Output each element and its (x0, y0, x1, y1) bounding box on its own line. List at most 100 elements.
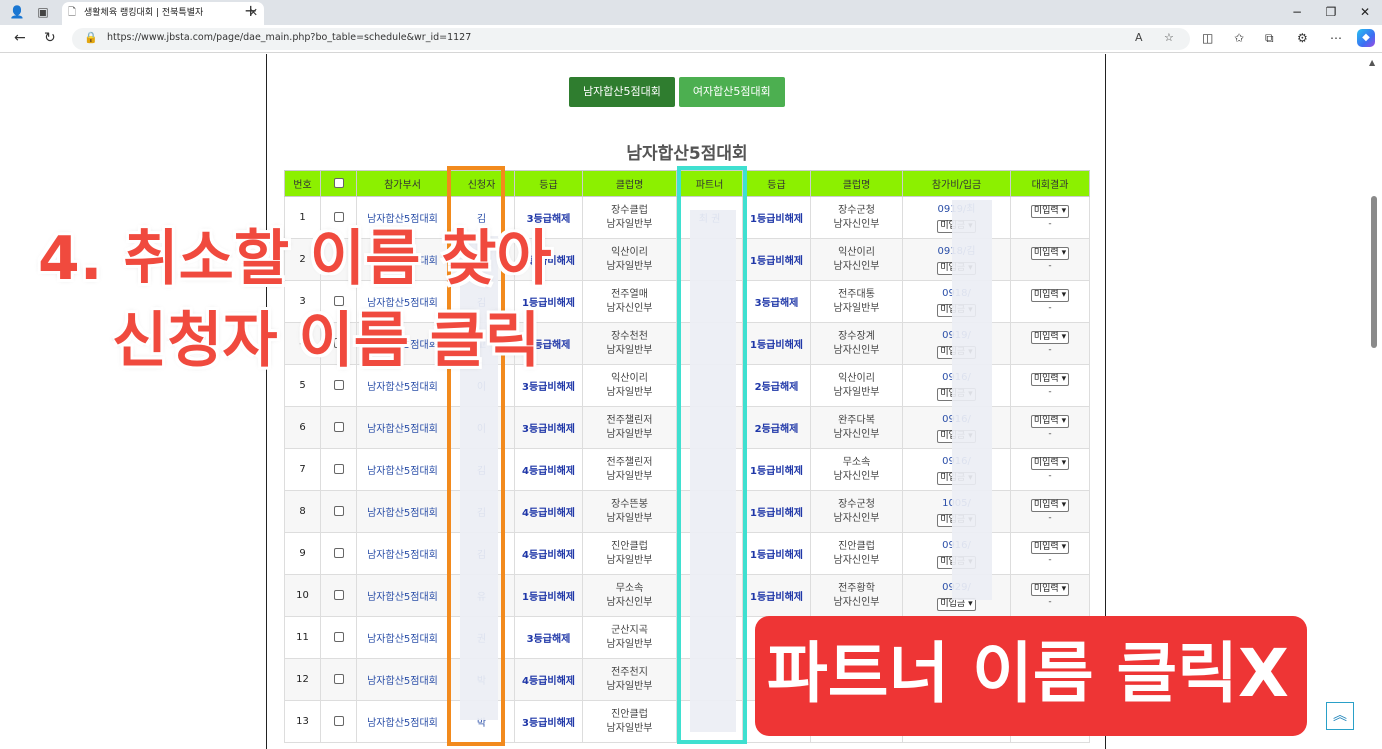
refresh-icon[interactable]: ↻ (44, 30, 56, 46)
more-options-icon[interactable]: ⋯ (1330, 31, 1342, 45)
row-checkbox[interactable] (333, 674, 344, 684)
result-dash: - (1048, 345, 1052, 355)
browser-tab[interactable]: 🗋 생활체육 랭킹대회 | 전북특별자 ✕ (62, 2, 264, 25)
dept-link[interactable]: 남자합산5점대회 (356, 616, 449, 659)
club-division: 남자신인부 (833, 260, 880, 272)
restore-button[interactable]: ❐ (1314, 0, 1348, 25)
warning-text: 파트너 이름 클릭X (767, 635, 1289, 712)
row-number: 12 (284, 658, 321, 701)
result-select[interactable]: 미입력 ▾ (1030, 457, 1070, 470)
club-name: 완주다복 (838, 414, 875, 426)
copilot-icon[interactable]: ◆ (1357, 29, 1375, 47)
result-select[interactable]: 미입력 ▾ (1030, 499, 1070, 512)
dept-link[interactable]: 남자합산5점대회 (356, 532, 449, 575)
column-header: 참가부서 (356, 170, 449, 197)
result-select-value: 미입력 (1033, 500, 1059, 510)
row-checkbox[interactable] (333, 506, 344, 516)
club-division: 남자일반부 (606, 260, 653, 272)
payment-select-value: 미입금 (940, 598, 966, 609)
row-checkbox[interactable] (333, 380, 344, 390)
club-name: 익산이리 (611, 372, 648, 384)
result-select[interactable]: 미입력 ▾ (1030, 247, 1070, 260)
male-tournament-button[interactable]: 남자합산5점대회 (569, 77, 675, 107)
redaction-fee (952, 200, 992, 600)
dept-link[interactable]: 남자합산5점대회 (356, 658, 449, 701)
result-select[interactable]: 미입력 ▾ (1030, 583, 1070, 596)
scroll-to-top-button[interactable]: ︽ (1326, 702, 1354, 730)
applicant-grade: 4등급비해제 (514, 490, 583, 533)
row-checkbox[interactable] (333, 212, 344, 222)
row-checkbox[interactable] (333, 632, 344, 642)
address-bar[interactable]: 🔒 https://www.jbsta.com/page/dae_main.ph… (72, 28, 1190, 50)
club-name: 장수군청 (838, 498, 875, 510)
minimize-button[interactable]: − (1280, 0, 1314, 25)
new-tab-button[interactable]: + (244, 1, 257, 20)
result-select[interactable]: 미입력 ▾ (1030, 415, 1070, 428)
club-name: 익산이리 (838, 246, 875, 258)
read-aloud-icon[interactable]: A (1135, 31, 1143, 44)
row-number: 11 (284, 616, 321, 659)
result-select[interactable]: 미입력 ▾ (1030, 373, 1070, 386)
result-cell: 미입력 ▾ - (1010, 238, 1090, 281)
dept-link[interactable]: 남자합산5점대회 (356, 406, 449, 449)
select-all-checkbox[interactable] (333, 178, 344, 188)
column-header: 대회결과 (1010, 170, 1090, 197)
dept-link[interactable]: 남자합산5점대회 (356, 448, 449, 491)
row-number-text: 7 (299, 464, 306, 475)
applicant-club: 전주열매남자신인부 (582, 280, 677, 323)
applicant-club: 진안클럽 남자일반부 (582, 532, 677, 575)
row-number-text: 12 (296, 674, 309, 685)
window-controls: − ❐ ✕ (1280, 0, 1382, 25)
club-division: 남자일반부 (606, 386, 653, 398)
result-cell: 미입력 ▾ - (1010, 532, 1090, 575)
row-checkbox[interactable] (333, 422, 344, 432)
result-cell: 미입력 ▾ - (1010, 490, 1090, 533)
row-checkbox[interactable] (333, 548, 344, 558)
scrollbar-thumb[interactable] (1371, 196, 1377, 348)
partner-club: 진안클럽 남자신인부 (810, 532, 903, 575)
result-select[interactable]: 미입력 ▾ (1030, 289, 1070, 302)
result-select[interactable]: 미입력 ▾ (1030, 205, 1070, 218)
result-select[interactable]: 미입력 ▾ (1030, 541, 1070, 554)
female-tournament-button[interactable]: 여자합산5점대회 (678, 77, 785, 107)
club-name: 장수천천 (611, 330, 648, 342)
partner-grade: 1등급비해제 (742, 448, 811, 491)
grade-text: 2등급해제 (754, 382, 799, 393)
scroll-up-icon[interactable]: ▲ (1369, 58, 1375, 67)
dept-link[interactable]: 남자합산5점대회 (356, 574, 449, 617)
back-icon[interactable]: ← (14, 30, 26, 46)
row-checkbox[interactable] (333, 590, 344, 600)
row-checkbox[interactable] (333, 296, 344, 306)
partner-grade: 1등급비해제 (742, 322, 811, 365)
split-screen-icon[interactable]: ◫ (1202, 31, 1213, 45)
close-window-button[interactable]: ✕ (1348, 0, 1382, 25)
club-name: 익산이리 (838, 372, 875, 384)
row-number-text: 9 (299, 548, 306, 559)
column-header: 등급 (742, 170, 811, 197)
profile-icon[interactable]: 👤 (8, 4, 26, 20)
grade-text: 1등급비해제 (750, 214, 803, 225)
favorite-star-icon[interactable]: ☆ (1164, 31, 1174, 44)
grade-text: 4등급비해제 (522, 676, 575, 687)
dept-link[interactable]: 남자합산5점대회 (356, 700, 449, 743)
applicant-club: 익산이리 남자일반부 (582, 238, 677, 281)
applicant-club: 전주챌린저 남자일반부 (582, 406, 677, 449)
row-checkbox[interactable] (333, 716, 344, 726)
tab-actions-icon[interactable]: ▣ (34, 4, 52, 20)
collections-icon[interactable]: ⧉ (1265, 31, 1274, 46)
result-select[interactable]: 미입력 ▾ (1030, 331, 1070, 344)
browser-titlebar: 👤 ▣ 🗋 생활체육 랭킹대회 | 전북특별자 ✕ + − ❐ ✕ (0, 0, 1382, 25)
club-name: 전주열매 (611, 288, 648, 300)
row-checkbox[interactable] (333, 464, 344, 474)
lock-icon[interactable]: 🔒 (84, 31, 98, 44)
grade-text: 1등급비해제 (750, 256, 803, 267)
club-name: 무소속 (615, 582, 644, 594)
club-division: 남자신인부 (606, 302, 653, 314)
page-scrollbar[interactable]: ▲ (1366, 54, 1382, 749)
favorites-icon[interactable]: ✩ (1234, 31, 1244, 45)
extensions-icon[interactable]: ⚙ (1297, 31, 1308, 45)
applicant-grade: 3등급비해제 (514, 406, 583, 449)
dept-link[interactable]: 남자합산5점대회 (356, 490, 449, 533)
partner-club: 익산이리 남자일반부 (810, 364, 903, 407)
header-select-all (320, 170, 357, 197)
